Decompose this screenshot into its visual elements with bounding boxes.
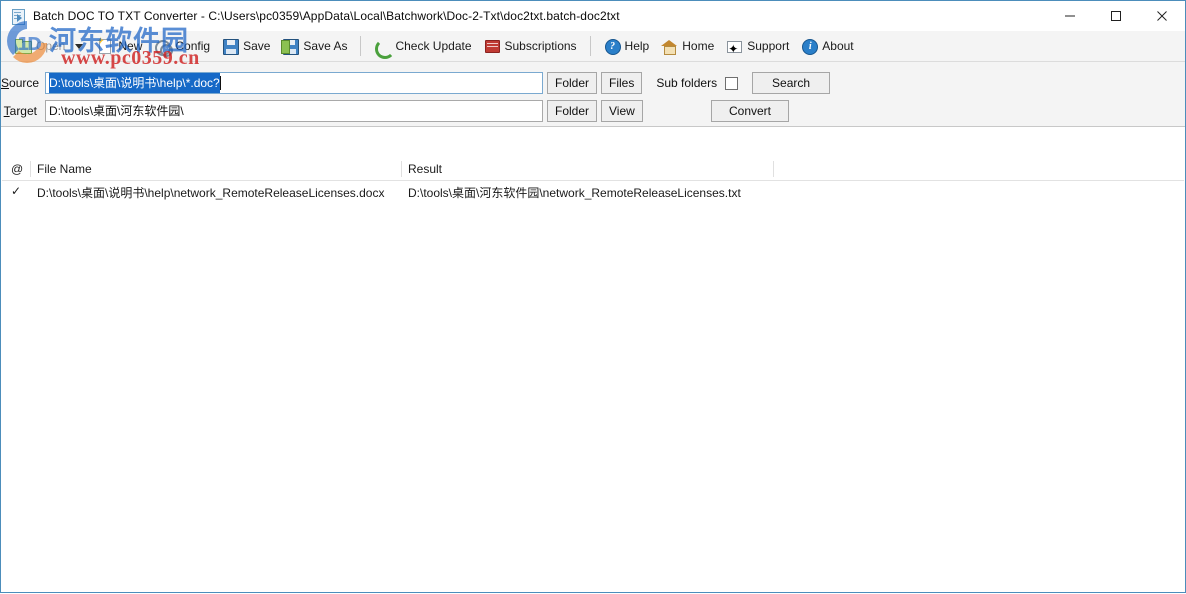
minimize-icon: [1064, 10, 1076, 22]
search-button[interactable]: Search: [752, 72, 830, 94]
info-circle-icon: i: [801, 38, 817, 54]
source-label: Source: [1, 76, 45, 90]
toolbar-label-new: New: [118, 39, 142, 53]
maximize-button[interactable]: [1093, 1, 1139, 31]
cart-icon: [484, 38, 500, 54]
row-result: D:\tools\桌面\河东软件园\network_RemoteReleaseL…: [408, 184, 741, 201]
toolbar-button-about[interactable]: i About: [795, 34, 859, 58]
target-label: Target: [1, 104, 45, 118]
toolbar-separator-1: [360, 36, 361, 56]
column-divider-2[interactable]: [401, 161, 402, 177]
column-divider-3[interactable]: [773, 161, 774, 177]
toolbar-label-help: Help: [625, 39, 650, 53]
close-button[interactable]: [1139, 1, 1185, 31]
toolbar-button-check-update[interactable]: Check Update: [368, 34, 477, 58]
toolbar-button-save[interactable]: Save: [216, 34, 276, 58]
toolbar-button-config[interactable]: Config: [148, 34, 216, 58]
application-window: Batch DOC TO TXT Converter - C:\Users\pc…: [0, 0, 1186, 593]
refresh-icon: [374, 38, 390, 54]
toolbar-label-save: Save: [243, 39, 270, 53]
convert-button[interactable]: Convert: [711, 100, 789, 122]
toolbar-label-config: Config: [175, 39, 210, 53]
minimize-button[interactable]: [1047, 1, 1093, 31]
maximize-icon: [1110, 10, 1122, 22]
table-row[interactable]: ✓ D:\tools\桌面\说明书\help\network_RemoteRel…: [2, 181, 1184, 202]
toolbar-button-home[interactable]: Home: [655, 34, 720, 58]
floppy-disk-icon: [222, 38, 238, 54]
toolbar-label-open: Open: [36, 39, 65, 53]
target-folder-button[interactable]: Folder: [547, 100, 597, 122]
toolbar-label-subscriptions: Subscriptions: [505, 39, 577, 53]
title-bar: Batch DOC TO TXT Converter - C:\Users\pc…: [1, 1, 1185, 31]
toolbar: Open ✦ New Config Save Save As Check Upd…: [1, 31, 1185, 62]
toolbar-button-new[interactable]: ✦ New: [91, 34, 148, 58]
row-file-name: D:\tools\桌面\说明书\help\network_RemoteRelea…: [37, 184, 385, 201]
target-view-button[interactable]: View: [601, 100, 643, 122]
home-icon: [661, 38, 677, 54]
target-input[interactable]: D:\tools\桌面\河东软件园\: [45, 100, 543, 122]
document-convert-icon: [10, 8, 26, 24]
source-row: Source D:\tools\桌面\说明书\help\*.doc? Folde…: [1, 72, 830, 94]
close-icon: [1156, 10, 1168, 22]
success-check-icon: ✓: [11, 184, 21, 198]
sub-folders-group: Sub folders: [656, 76, 738, 90]
target-input-value: D:\tools\桌面\河东软件园\: [49, 101, 184, 121]
open-folder-icon: [15, 38, 31, 54]
toolbar-label-home: Home: [682, 39, 714, 53]
source-files-button[interactable]: Files: [601, 72, 642, 94]
save-as-icon: [282, 38, 298, 54]
path-form-panel: Source D:\tools\桌面\说明书\help\*.doc? Folde…: [1, 62, 1185, 127]
toolbar-label-save-as: Save As: [303, 39, 347, 53]
window-title: Batch DOC TO TXT Converter - C:\Users\pc…: [33, 9, 620, 23]
column-header-status[interactable]: @: [11, 162, 23, 176]
sub-folders-label: Sub folders: [656, 76, 717, 90]
column-header-result[interactable]: Result: [408, 162, 442, 176]
column-header-file-name[interactable]: File Name: [37, 162, 92, 176]
toolbar-label-support: Support: [747, 39, 789, 53]
gear-icon: [154, 38, 170, 54]
support-mail-icon: ✦: [726, 38, 742, 54]
toolbar-button-save-as[interactable]: Save As: [276, 34, 353, 58]
window-controls: [1047, 1, 1185, 31]
list-header: @ File Name Result: [2, 158, 1184, 181]
source-input-value: D:\tools\桌面\说明书\help\*.doc?: [49, 72, 220, 94]
source-input[interactable]: D:\tools\桌面\说明书\help\*.doc?: [45, 72, 543, 94]
column-divider-1[interactable]: [30, 161, 31, 177]
toolbar-separator-2: [590, 36, 591, 56]
source-folder-button[interactable]: Folder: [547, 72, 597, 94]
target-row: Target D:\tools\桌面\河东软件园\ Folder View Co…: [1, 100, 643, 122]
toolbar-label-check-update: Check Update: [395, 39, 471, 53]
results-list: @ File Name Result ✓ D:\tools\桌面\说明书\hel…: [2, 158, 1184, 591]
toolbar-button-open[interactable]: Open: [9, 34, 71, 58]
sub-folders-checkbox[interactable]: [725, 77, 738, 90]
toolbar-button-subscriptions[interactable]: Subscriptions: [478, 34, 583, 58]
open-dropdown-arrow-icon[interactable]: [75, 44, 83, 49]
toolbar-label-about: About: [822, 39, 853, 53]
toolbar-button-help[interactable]: ? Help: [598, 34, 656, 58]
help-circle-icon: ?: [604, 38, 620, 54]
toolbar-button-support[interactable]: ✦ Support: [720, 34, 795, 58]
new-document-icon: ✦: [97, 38, 113, 54]
